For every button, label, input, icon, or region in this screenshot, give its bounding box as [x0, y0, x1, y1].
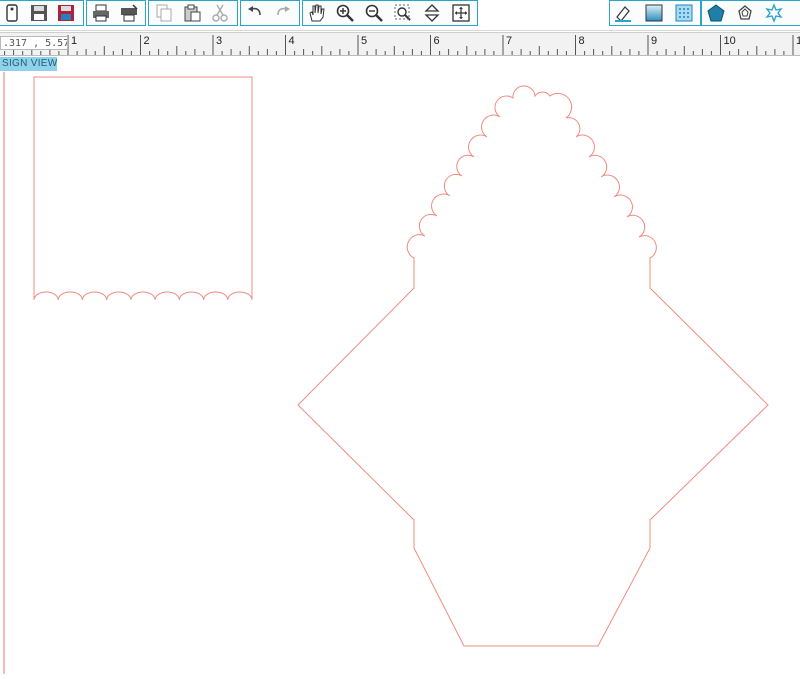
ruler-label: 3 — [216, 35, 222, 47]
zoom-out-button[interactable] — [363, 2, 385, 24]
paste-button[interactable] — [181, 2, 203, 24]
redo-icon — [277, 6, 290, 16]
ruler-label: 4 — [289, 35, 295, 47]
undo-icon — [248, 6, 261, 16]
ruler-label: 1 — [71, 35, 77, 47]
view-toolbar-group — [302, 0, 478, 26]
scalloped-rectangle-shape[interactable] — [33, 76, 253, 301]
file-toolbar-group — [0, 0, 84, 26]
save-to-library-button[interactable] — [55, 2, 77, 24]
line-style-button[interactable] — [612, 2, 634, 24]
design-canvas[interactable] — [0, 56, 800, 674]
paste-icon — [184, 4, 201, 22]
print-toolbar-group — [86, 0, 146, 26]
zoom-out-icon — [365, 4, 383, 22]
zoom-select-icon — [394, 4, 411, 21]
flower-shape-button[interactable] — [763, 2, 785, 24]
fill-color-button[interactable] — [643, 2, 665, 24]
ruler-label: 5 — [361, 35, 367, 47]
ruler-label: 1 — [796, 35, 800, 47]
ruler-label: 9 — [651, 35, 657, 47]
send-to-cutter-button[interactable] — [118, 2, 140, 24]
shapes-toolbar-group — [701, 0, 800, 26]
panels-toolbar-group — [609, 0, 701, 26]
zoom-in-button[interactable] — [334, 2, 356, 24]
ruler-label: 6 — [434, 35, 440, 47]
copy-icon — [156, 4, 172, 22]
send-to-cutter-icon — [121, 4, 138, 22]
pan-button[interactable] — [305, 2, 327, 24]
save-icon — [31, 5, 47, 21]
ruler-label: 2 — [144, 35, 150, 47]
ruler-label: 7 — [506, 35, 512, 47]
cut-button[interactable] — [209, 2, 231, 24]
copy-button[interactable] — [153, 2, 175, 24]
new-page-button[interactable] — [1, 2, 23, 24]
fill-pattern-icon — [675, 4, 693, 22]
flower-shape-icon — [765, 3, 783, 23]
print-button[interactable] — [90, 2, 112, 24]
history-toolbar-group — [240, 0, 300, 26]
zoom-select-button[interactable] — [392, 2, 414, 24]
ruler-label: 10 — [724, 35, 736, 47]
cut-icon — [212, 4, 228, 22]
pan-icon — [309, 4, 325, 22]
fill-color-icon — [645, 4, 663, 22]
coordinate-readout: .317 , 5.570 — [0, 36, 68, 50]
fit-to-window-button[interactable] — [450, 2, 472, 24]
line-style-icon — [615, 6, 631, 22]
ruler-label: 8 — [579, 35, 585, 47]
save-button[interactable] — [28, 2, 50, 24]
envelope-template-shape[interactable] — [297, 85, 769, 647]
new-page-icon — [6, 4, 18, 22]
undo-button[interactable] — [244, 2, 266, 24]
pentagon-icon — [707, 4, 725, 22]
zoom-in-icon — [336, 4, 354, 22]
clipboard-toolbar-group — [148, 0, 238, 26]
horizontal-ruler[interactable]: 1 2 3 4 5 6 7 8 9 10 1 — [0, 32, 800, 56]
fit-to-page-button[interactable] — [421, 2, 443, 24]
rhinestone-icon — [738, 5, 752, 20]
fit-to-window-icon — [452, 4, 470, 22]
print-icon — [93, 4, 109, 22]
fit-to-page-icon — [424, 4, 440, 22]
redo-button[interactable] — [272, 2, 294, 24]
pentagon-button[interactable] — [705, 2, 727, 24]
main-toolbar — [0, 0, 800, 31]
rhinestone-button[interactable] — [734, 2, 756, 24]
save-to-library-icon — [58, 5, 74, 21]
fill-pattern-button[interactable] — [673, 2, 695, 24]
ruler-ticks: 1 2 3 4 5 6 7 8 9 10 1 — [4, 35, 800, 55]
